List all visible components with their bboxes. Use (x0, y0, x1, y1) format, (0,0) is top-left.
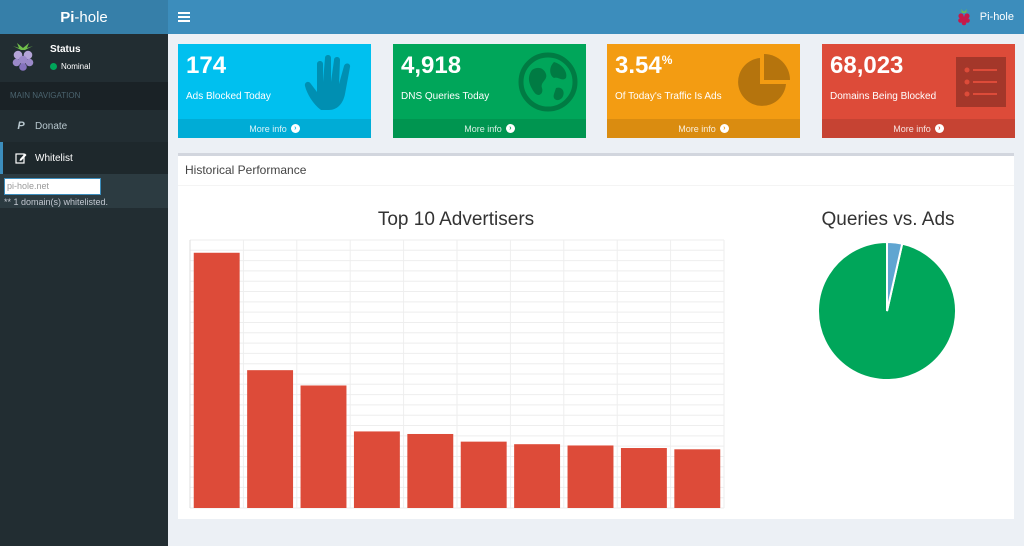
advertiser-bar[interactable] (460, 441, 507, 508)
more-info-link[interactable]: More info › (393, 119, 586, 138)
stat-value: 174 (186, 52, 227, 79)
stat-value: 4,918 (401, 52, 462, 79)
stat-box-dns-queries: 4,918 DNS Queries Today More info › (393, 44, 586, 138)
status-dot-icon (50, 63, 57, 70)
nav-header: MAIN NAVIGATION (0, 82, 168, 110)
more-info-link[interactable]: More info › (822, 119, 1015, 138)
historical-performance-panel: Historical Performance Top 10 Advertiser… (178, 153, 1014, 519)
sidebar: Status Nominal MAIN NAVIGATION P Donate … (0, 34, 168, 546)
sidebar-item-label: Whitelist (35, 152, 73, 164)
bar-chart-title: Top 10 Advertisers (377, 209, 535, 230)
advertiser-bar[interactable] (567, 445, 614, 508)
status-indicator: Nominal (50, 62, 90, 71)
arrow-circle-right-icon: › (290, 124, 300, 133)
advertiser-bar[interactable] (193, 252, 240, 508)
user-menu-label: Pi-hole (979, 11, 1014, 23)
paypal-icon: P (17, 120, 25, 132)
advertiser-bar[interactable] (353, 431, 400, 508)
advertiser-bar[interactable] (247, 370, 294, 508)
user-panel: Status Nominal (0, 34, 168, 82)
brand-logo[interactable]: Pi -hole (0, 0, 168, 34)
queries-vs-ads-pie-chart (817, 240, 957, 381)
user-menu[interactable]: Pi-hole (956, 0, 1014, 34)
whitelist-domain-input[interactable] (4, 177, 101, 195)
stat-box-ad-traffic: 3.54% Of Today's Traffic Is Ads More inf… (607, 44, 800, 138)
pie-chart-title: Queries vs. Ads (821, 209, 955, 230)
advertiser-bar[interactable] (300, 385, 347, 508)
advertiser-bar[interactable] (620, 448, 667, 508)
stat-value: 3.54% (615, 52, 673, 79)
whitelist-note: ** 1 domain(s) whitelisted. (4, 196, 109, 207)
sidebar-item-label: Donate (35, 120, 68, 132)
stat-box-domains-blocked: 68,023 Domains Being Blocked More info › (822, 44, 1015, 138)
panel-title: Historical Performance (178, 156, 1014, 186)
advertiser-bar[interactable] (514, 444, 561, 508)
advertiser-bar[interactable] (407, 433, 454, 508)
brand-logo-bold: Pi (60, 8, 75, 26)
stat-label: Domains Being Blocked (830, 91, 937, 102)
brand-logo-rest: -hole (74, 8, 108, 26)
list-icon (956, 57, 1006, 107)
stat-label: Ads Blocked Today (186, 91, 271, 102)
arrow-circle-right-icon: › (934, 124, 944, 133)
top-navbar: Pi-hole (168, 0, 1024, 34)
stat-value-suffix: % (661, 53, 673, 67)
pie-chart-icon (738, 54, 790, 106)
status-title: Status (50, 44, 81, 55)
status-text: Nominal (61, 62, 91, 71)
raspberry-avatar-icon (12, 43, 34, 71)
sidebar-item-donate[interactable]: P Donate (0, 110, 168, 142)
stat-box-ads-blocked: 174 Ads Blocked Today More info › (178, 44, 371, 138)
stat-value: 68,023 (830, 52, 904, 79)
stat-label: DNS Queries Today (401, 91, 490, 102)
top-advertisers-bar-chart (189, 239, 725, 509)
advertiser-bar[interactable] (674, 449, 721, 508)
raspberry-icon (957, 9, 970, 26)
more-info-link[interactable]: More info › (607, 119, 800, 138)
sidebar-toggle-icon[interactable] (178, 8, 190, 26)
more-info-link[interactable]: More info › (178, 119, 371, 138)
globe-icon (518, 52, 578, 112)
arrow-circle-right-icon: › (719, 124, 729, 133)
hand-icon (304, 55, 351, 110)
edit-icon (15, 153, 27, 164)
whitelist-panel: ** 1 domain(s) whitelisted. (0, 174, 168, 208)
stat-label: Of Today's Traffic Is Ads (615, 91, 722, 102)
arrow-circle-right-icon: › (505, 124, 515, 133)
sidebar-item-whitelist[interactable]: Whitelist (0, 142, 168, 174)
